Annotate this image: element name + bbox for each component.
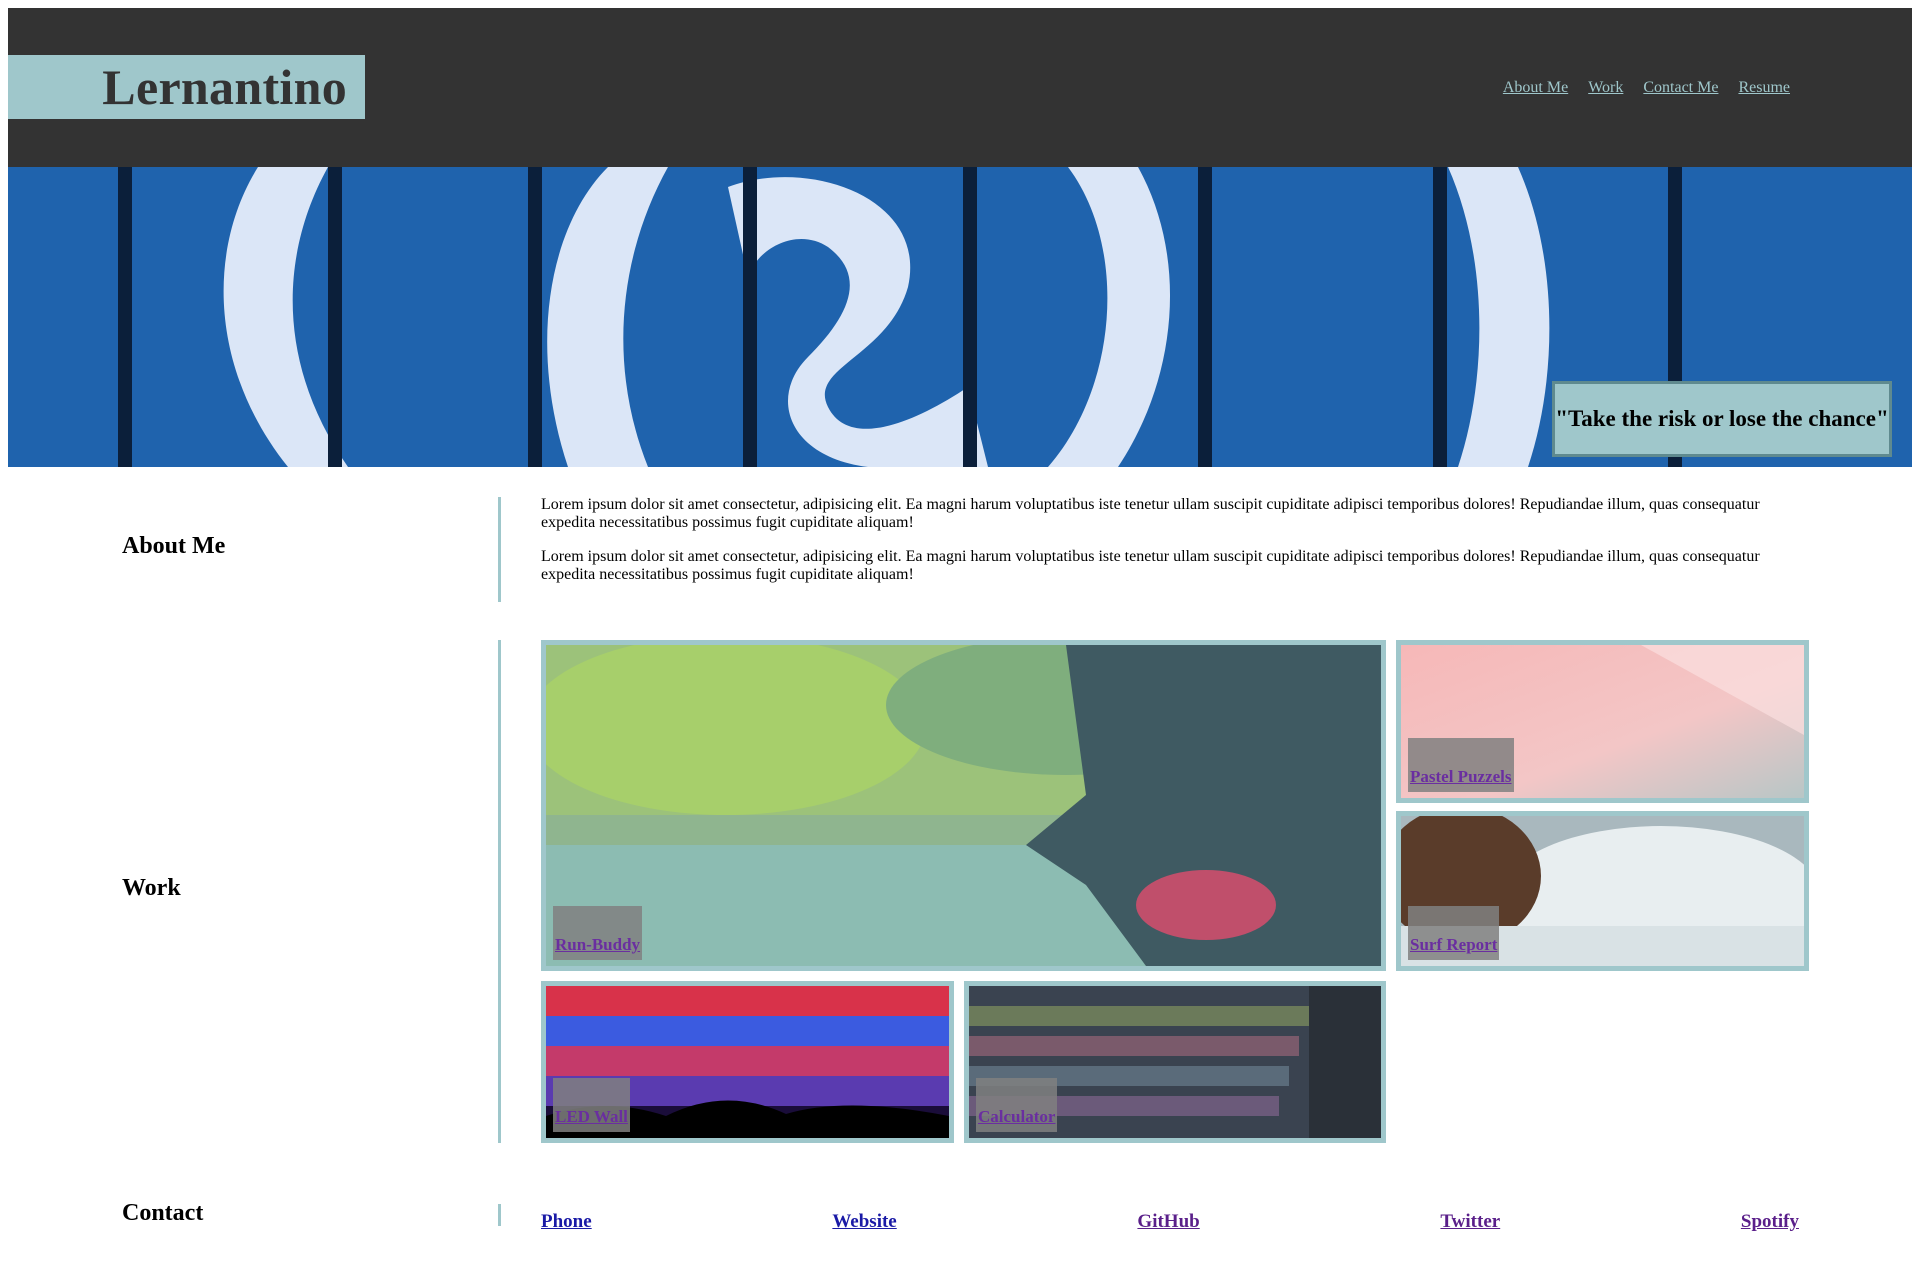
site-header: Lernantino About Me Work Contact Me Resu… [8, 8, 1912, 167]
project-card-pastel-puzzels[interactable]: Pastel Puzzels [1396, 640, 1809, 803]
contact-heading: Contact [122, 1200, 204, 1226]
project-card-run-buddy[interactable]: Run-Buddy [541, 640, 1386, 971]
led-wall-link[interactable]: LED Wall [555, 1106, 628, 1132]
project-card-led-wall[interactable]: LED Wall [541, 981, 954, 1143]
project-card-calculator[interactable]: Calculator [964, 981, 1386, 1143]
about-paragraph: Lorem ipsum dolor sit amet consectetur, … [541, 548, 1760, 583]
calculator-link[interactable]: Calculator [978, 1106, 1055, 1132]
about-divider [498, 497, 501, 602]
project-label: Pastel Puzzels [1408, 738, 1514, 792]
phone-link[interactable]: Phone [541, 1211, 592, 1233]
brand-block: Lernantino [8, 55, 365, 119]
hero-quote-box: "Take the risk or lose the chance" [1552, 381, 1892, 457]
work-divider [498, 640, 501, 1143]
site-title[interactable]: Lernantino [102, 57, 347, 117]
surf-report-link[interactable]: Surf Report [1410, 934, 1497, 960]
about-content: Lorem ipsum dolor sit amet consectetur, … [541, 496, 1799, 600]
nav-resume-link[interactable]: Resume [1738, 79, 1790, 97]
about-heading: About Me [122, 533, 226, 559]
contact-links: Phone Website GitHub Twitter Spotify [541, 1211, 1799, 1233]
project-card-surf-report[interactable]: Surf Report [1396, 811, 1809, 971]
pastel-puzzels-link[interactable]: Pastel Puzzels [1410, 766, 1512, 792]
hero-banner: "Take the risk or lose the chance" [8, 167, 1912, 467]
project-label: Calculator [976, 1078, 1058, 1132]
run-buddy-link[interactable]: Run-Buddy [555, 934, 640, 960]
spotify-link[interactable]: Spotify [1741, 1211, 1799, 1233]
project-label: LED Wall [553, 1078, 630, 1132]
website-link[interactable]: Website [832, 1211, 896, 1233]
project-label: Run-Buddy [553, 906, 643, 960]
hero-quote: "Take the risk or lose the chance" [1555, 406, 1889, 431]
github-link[interactable]: GitHub [1137, 1211, 1199, 1233]
contact-divider [498, 1204, 501, 1226]
project-label: Surf Report [1408, 906, 1500, 960]
twitter-link[interactable]: Twitter [1440, 1211, 1500, 1233]
nav-work-link[interactable]: Work [1588, 79, 1623, 97]
nav-about-me-link[interactable]: About Me [1503, 79, 1568, 97]
main-nav: About Me Work Contact Me Resume [1503, 79, 1790, 97]
nav-contact-me-link[interactable]: Contact Me [1643, 79, 1718, 97]
about-paragraph: Lorem ipsum dolor sit amet consectetur, … [541, 496, 1760, 531]
run-buddy-image [546, 645, 1381, 966]
work-heading: Work [122, 875, 181, 901]
